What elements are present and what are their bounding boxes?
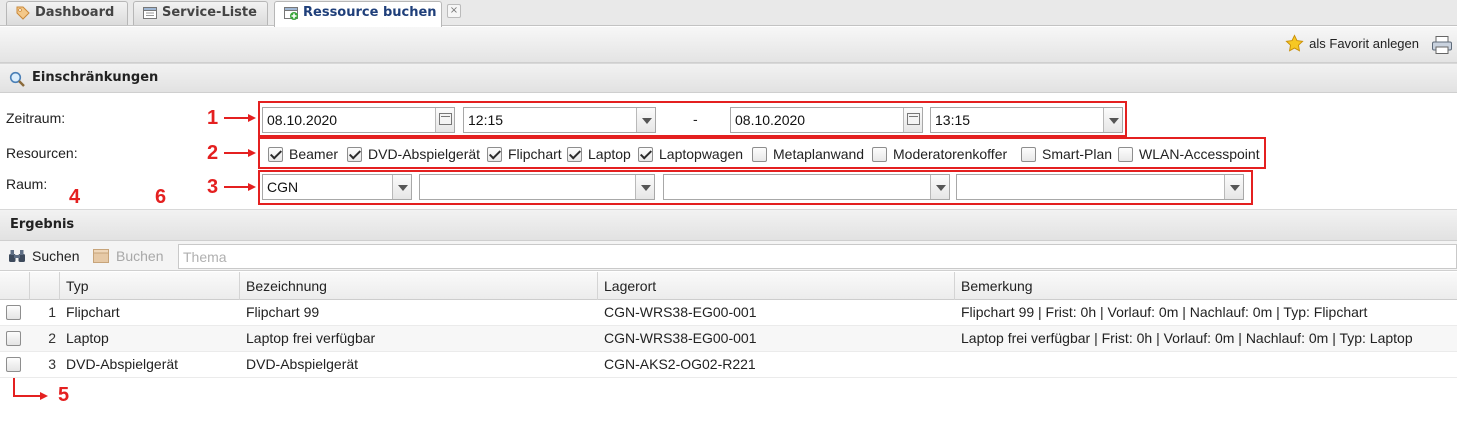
column-header-bemerkung[interactable]: Bemerkung	[955, 272, 1457, 300]
row-number: 2	[48, 330, 56, 346]
row-checkbox[interactable]	[6, 331, 21, 346]
search-button[interactable]: Suchen	[2, 244, 79, 268]
binoculars-icon	[9, 250, 25, 262]
table-row[interactable]: 1 Flipchart Flipchart 99 CGN-WRS38-EG00-…	[0, 300, 1457, 326]
row-number: 3	[48, 356, 56, 372]
resource-checkbox-metaplanwand[interactable]: Metaplanwand	[752, 146, 864, 164]
chevron-down-icon[interactable]	[1224, 175, 1243, 199]
resource-label: Laptopwagen	[659, 146, 744, 162]
calendar-icon[interactable]	[903, 108, 922, 132]
chevron-down-icon[interactable]	[1103, 108, 1122, 132]
resource-checkbox-laptop[interactable]: Laptop	[567, 146, 631, 164]
cell-lagerort: CGN-WRS38-EG00-001	[604, 304, 757, 320]
row-checkbox[interactable]	[6, 357, 21, 372]
checkbox-checked-icon	[268, 147, 283, 162]
cell-bemerkung: Laptop frei verfügbar | Frist: 0h | Vorl…	[961, 330, 1413, 346]
book-button-label: Buchen	[116, 248, 164, 264]
grid-header: Typ Bezeichnung Lagerort Bemerkung	[0, 272, 1457, 300]
resource-checkbox-laptopwagen[interactable]: Laptopwagen	[638, 146, 743, 164]
time-to-select[interactable]: 13:15	[930, 107, 1123, 133]
time-from-value: 12:15	[468, 112, 504, 128]
chevron-down-icon[interactable]	[392, 175, 411, 199]
cell-typ: Flipchart	[66, 304, 120, 320]
resource-label: Laptop	[588, 146, 631, 162]
checkbox-empty-icon	[752, 147, 767, 162]
topic-input[interactable]	[178, 244, 1457, 269]
chevron-down-icon[interactable]	[636, 108, 655, 132]
cell-typ: Laptop	[66, 330, 109, 346]
resource-checkbox-wlan[interactable]: WLAN-Accesspoint	[1118, 146, 1260, 164]
checkbox-checked-icon	[487, 147, 502, 162]
resource-label: Beamer	[289, 146, 339, 162]
checkbox-empty-icon	[872, 147, 887, 162]
resource-label: Metaplanwand	[773, 146, 865, 162]
resource-checkbox-beamer[interactable]: Beamer	[268, 146, 338, 164]
date-from-field[interactable]: 08.10.2020	[262, 107, 455, 133]
cell-bemerkung	[955, 352, 1457, 378]
time-from-select[interactable]: 12:15	[463, 107, 656, 133]
resource-label: DVD-Abspielgerät	[368, 146, 481, 162]
chevron-down-icon[interactable]	[635, 175, 654, 199]
checkbox-checked-icon	[347, 147, 362, 162]
column-header-number	[30, 272, 60, 300]
resource-checkbox-smart-plan[interactable]: Smart-Plan	[1021, 146, 1112, 164]
calendar-icon[interactable]	[435, 108, 454, 132]
cell-bezeichnung: Flipchart 99	[246, 304, 320, 320]
result-header: Ergebnis	[0, 209, 1457, 241]
column-header-lagerort[interactable]: Lagerort	[598, 272, 955, 300]
column-header-bezeichnung[interactable]: Bezeichnung	[240, 272, 598, 300]
resource-checkbox-flipchart[interactable]: Flipchart	[487, 146, 562, 164]
checkbox-empty-icon	[1021, 147, 1036, 162]
result-title: Ergebnis	[10, 217, 75, 232]
column-header-typ[interactable]: Typ	[60, 272, 240, 300]
resource-label: Moderatorenkoffer	[893, 146, 1008, 162]
raum-select-3[interactable]	[663, 174, 950, 200]
raum-select-4[interactable]	[956, 174, 1244, 200]
row-checkbox[interactable]	[6, 305, 21, 320]
date-range-separator: -	[693, 111, 698, 127]
time-to-value: 13:15	[935, 112, 971, 128]
resource-checkbox-moderatorenkoffer[interactable]: Moderatorenkoffer	[872, 146, 1007, 164]
search-button-label: Suchen	[32, 248, 80, 264]
column-header-select	[0, 272, 30, 300]
table-row[interactable]: 3 DVD-Abspielgerät DVD-Abspielgerät CGN-…	[0, 352, 1457, 378]
row-number: 1	[48, 304, 56, 320]
checkbox-checked-icon	[567, 147, 582, 162]
date-to-field[interactable]: 08.10.2020	[730, 107, 923, 133]
cell-bemerkung: Flipchart 99 | Frist: 0h | Vorlauf: 0m |…	[961, 304, 1368, 320]
date-to-value: 08.10.2020	[735, 112, 806, 128]
resource-label: WLAN-Accesspoint	[1139, 146, 1260, 162]
cell-lagerort: CGN-WRS38-EG00-001	[604, 330, 757, 346]
date-from-value: 08.10.2020	[267, 112, 338, 128]
cell-lagerort: CGN-AKS2-OG02-R221	[604, 356, 756, 372]
raum-value: CGN	[267, 179, 299, 195]
box-icon	[93, 249, 109, 263]
checkbox-empty-icon	[1118, 147, 1133, 162]
topic-text-field[interactable]	[179, 245, 1456, 268]
resource-label: Flipchart	[508, 146, 562, 162]
cell-bezeichnung: Laptop frei verfügbar	[246, 330, 376, 346]
resource-label: Smart-Plan	[1042, 146, 1113, 162]
cell-typ: DVD-Abspielgerät	[66, 356, 179, 372]
raum-select-2[interactable]	[419, 174, 655, 200]
resource-checkbox-dvd[interactable]: DVD-Abspielgerät	[347, 146, 480, 164]
checkbox-checked-icon	[638, 147, 653, 162]
chevron-down-icon[interactable]	[930, 175, 949, 199]
book-button[interactable]: Buchen	[86, 244, 163, 268]
raum-select-1[interactable]: CGN	[262, 174, 412, 200]
table-row[interactable]: 2 Laptop Laptop frei verfügbar CGN-WRS38…	[0, 326, 1457, 352]
cell-bezeichnung: DVD-Abspielgerät	[246, 356, 359, 372]
